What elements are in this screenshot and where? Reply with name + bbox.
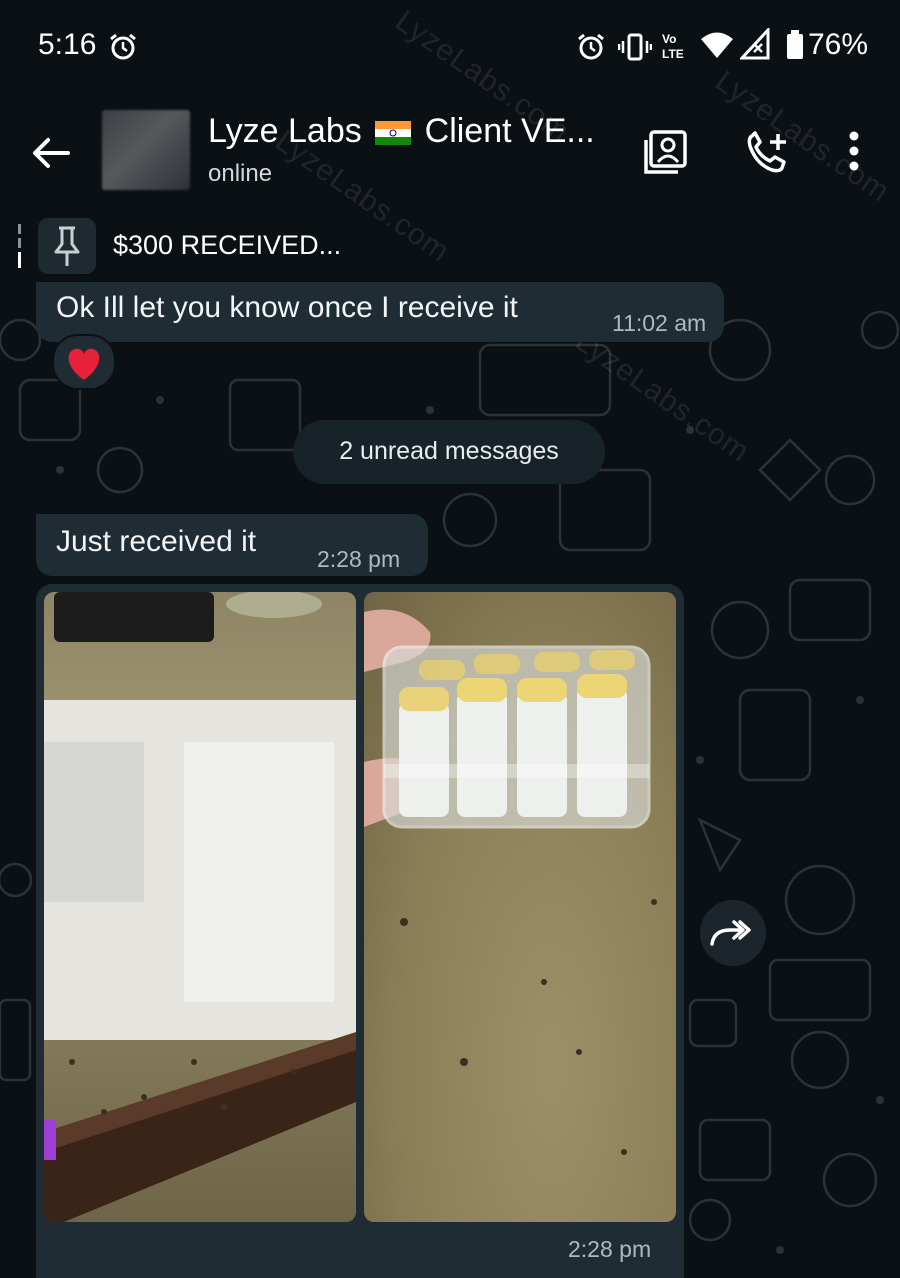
message-time: 11:02 am bbox=[612, 310, 707, 336]
blurred-photo[interactable] bbox=[44, 592, 356, 1222]
add-call-icon[interactable] bbox=[744, 128, 792, 176]
incoming-message-bubble[interactable]: Just received it 2:28 pm bbox=[36, 514, 428, 576]
pin-icon-container bbox=[38, 218, 96, 274]
incoming-message-bubble[interactable]: Ok Ill let you know once I receive it 11… bbox=[36, 282, 724, 342]
status-time: 5:16 bbox=[38, 28, 97, 61]
alarm-icon bbox=[578, 33, 604, 60]
chat-header: Lyze Labs Client VE... online bbox=[0, 92, 900, 210]
forward-media-button[interactable] bbox=[700, 900, 766, 966]
forward-arrows-icon bbox=[710, 920, 751, 946]
contact-card-icon[interactable] bbox=[642, 128, 690, 176]
india-flag-icon bbox=[375, 121, 412, 145]
message-time: 2:28 pm bbox=[568, 1236, 652, 1262]
red-heart-icon bbox=[68, 348, 100, 380]
message-text: Just received it bbox=[56, 525, 257, 558]
message-text: Ok Ill let you know once I receive it bbox=[56, 291, 518, 324]
alarm-icon bbox=[110, 33, 136, 60]
battery-percentage: 76% bbox=[808, 28, 869, 61]
wifi-icon bbox=[701, 32, 733, 58]
more-options-icon[interactable] bbox=[840, 128, 868, 176]
unread-messages-divider: 2 unread messages bbox=[293, 420, 605, 484]
online-status: online bbox=[208, 160, 273, 187]
svg-text:LTE: LTE bbox=[662, 47, 684, 61]
battery-icon bbox=[787, 30, 803, 59]
chat-title-name: Lyze Labs bbox=[208, 112, 362, 150]
pinned-indicator bbox=[18, 224, 21, 268]
volte-icon: Vo LTE bbox=[662, 32, 684, 61]
heart-reaction[interactable] bbox=[52, 334, 116, 390]
unread-messages-label: 2 unread messages bbox=[339, 437, 559, 465]
pinned-message-text: $300 RECEIVED... bbox=[113, 230, 342, 260]
status-bar: 5:16 Vo LTE 76% bbox=[0, 0, 900, 92]
vibrate-icon bbox=[618, 33, 652, 61]
cell-signal-icon bbox=[740, 28, 770, 60]
vials-box-photo[interactable] bbox=[364, 592, 676, 1222]
back-arrow-icon[interactable] bbox=[28, 130, 74, 176]
svg-text:Vo: Vo bbox=[662, 32, 676, 46]
message-time: 2:28 pm bbox=[317, 546, 401, 572]
chat-title[interactable]: Lyze Labs Client VE... bbox=[208, 112, 595, 151]
avatar[interactable] bbox=[102, 110, 190, 190]
pin-icon bbox=[54, 226, 80, 266]
pinned-message-bar[interactable]: $300 RECEIVED... bbox=[0, 214, 900, 278]
chat-title-suffix: Client VE... bbox=[424, 112, 595, 150]
